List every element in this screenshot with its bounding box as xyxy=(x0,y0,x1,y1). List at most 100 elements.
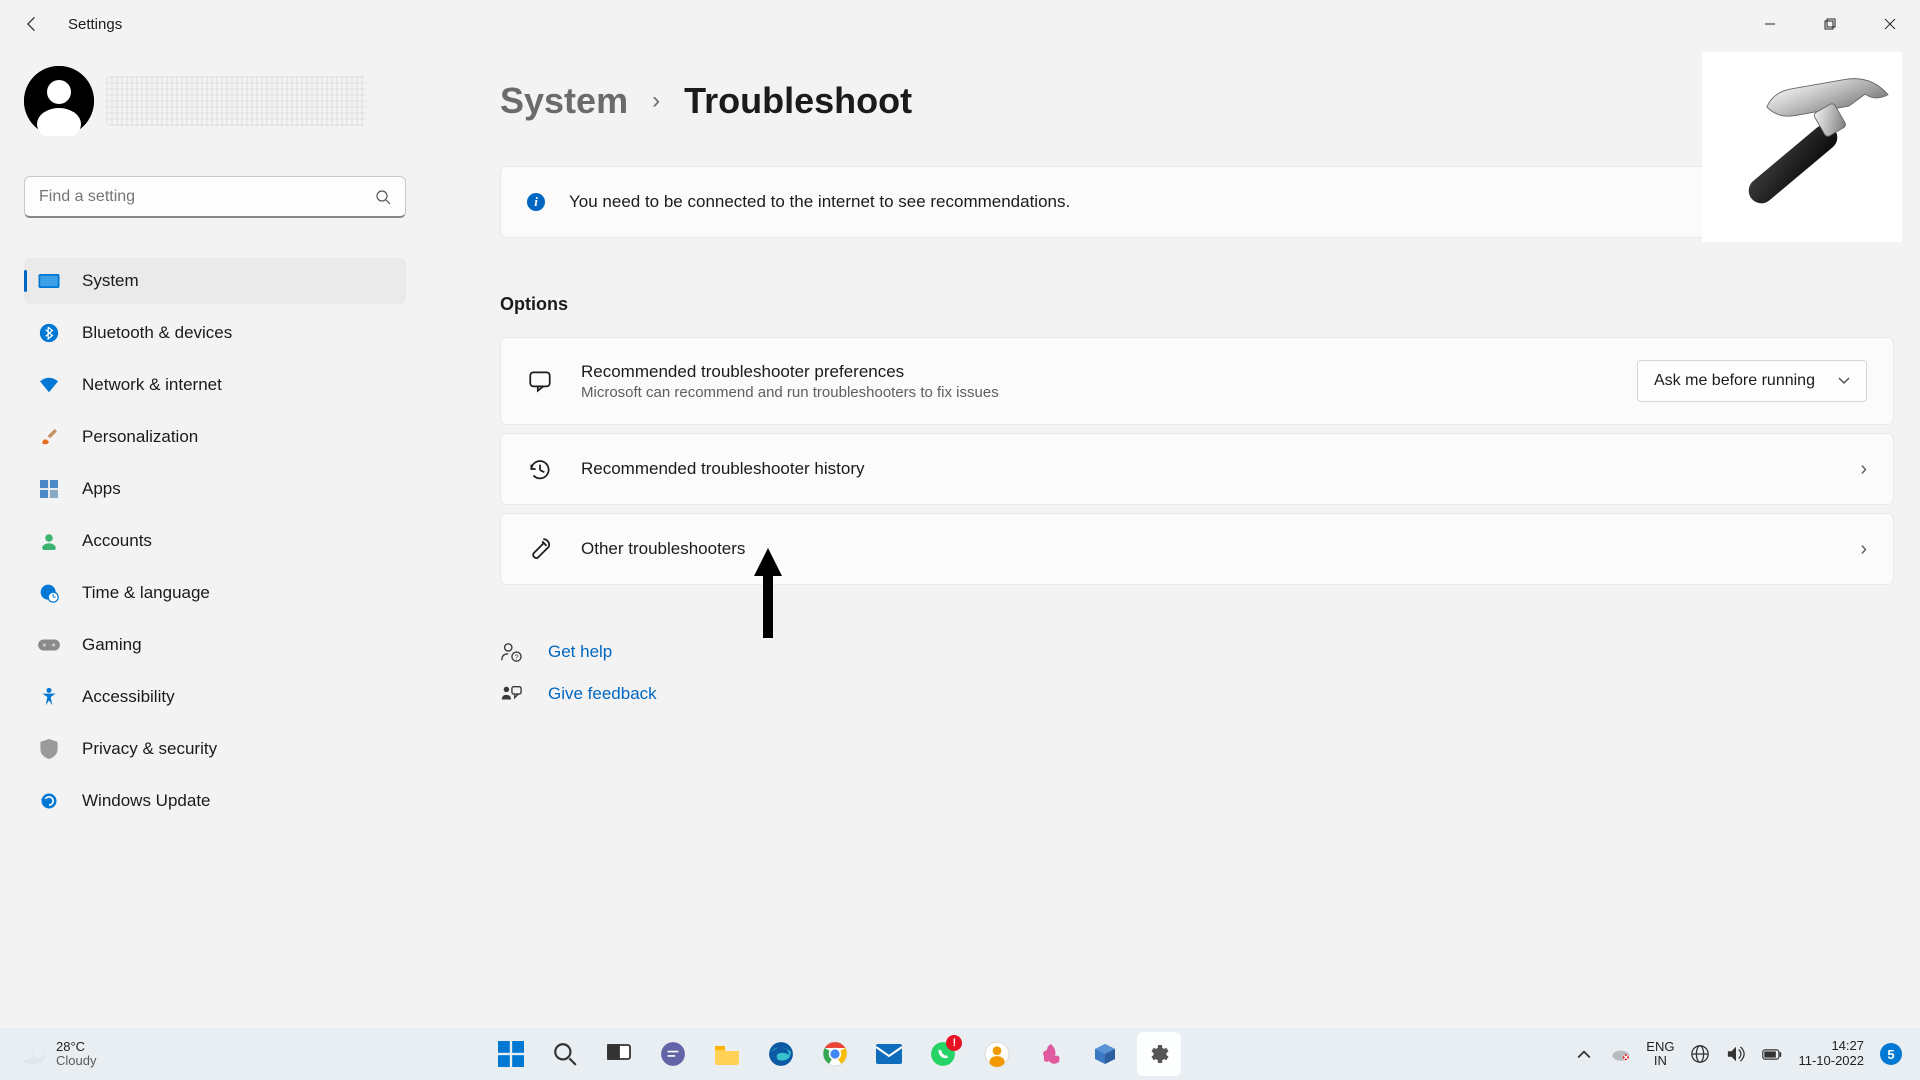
clock-time: 14:27 xyxy=(1798,1039,1864,1054)
taskbar-search[interactable] xyxy=(543,1032,587,1076)
chevron-right-icon: › xyxy=(652,87,660,115)
nav-label: Gaming xyxy=(82,635,142,655)
preferences-dropdown[interactable]: Ask me before running xyxy=(1637,360,1867,402)
profile-name-redacted xyxy=(106,76,366,126)
card-title: Recommended troubleshooter preferences xyxy=(581,362,1609,382)
avatar xyxy=(24,66,94,136)
taskbar-notifications[interactable]: 5 xyxy=(1880,1043,1902,1065)
nav-time[interactable]: Time & language xyxy=(24,570,406,616)
weather-icon xyxy=(18,1040,46,1068)
person-icon xyxy=(38,530,60,552)
start-button[interactable] xyxy=(489,1032,533,1076)
nav-personalization[interactable]: Personalization xyxy=(24,414,406,460)
gamepad-icon xyxy=(38,634,60,656)
feedback-icon xyxy=(500,683,522,705)
wrench-icon xyxy=(527,536,553,562)
taskbar-right: ENG IN 14:27 11-10-2022 5 xyxy=(1574,1039,1902,1069)
nav-label: Bluetooth & devices xyxy=(82,323,232,343)
lang-top: ENG xyxy=(1646,1040,1674,1054)
nav-bluetooth[interactable]: Bluetooth & devices xyxy=(24,310,406,356)
taskbar: 28°C Cloudy ! xyxy=(0,1028,1920,1080)
taskbar-mail[interactable] xyxy=(867,1032,911,1076)
nav-accounts[interactable]: Accounts xyxy=(24,518,406,564)
nav: System Bluetooth & devices Network & int… xyxy=(24,258,406,824)
dropdown-value: Ask me before running xyxy=(1654,372,1815,390)
taskbar-file-explorer[interactable] xyxy=(705,1032,749,1076)
breadcrumb-parent[interactable]: System xyxy=(500,80,628,122)
main-content: System › Troubleshoot i You need to be c… xyxy=(430,48,1920,1028)
taskbar-edge[interactable] xyxy=(759,1032,803,1076)
chevron-right-icon: › xyxy=(1860,458,1867,481)
options-cards: Recommended troubleshooter preferences M… xyxy=(500,337,1894,585)
profile-section[interactable] xyxy=(24,56,406,146)
tray-network-icon[interactable] xyxy=(1690,1044,1710,1064)
card-recommended-preferences[interactable]: Recommended troubleshooter preferences M… xyxy=(500,337,1894,425)
card-subtitle: Microsoft can recommend and run troubles… xyxy=(581,384,1609,401)
close-button[interactable] xyxy=(1860,0,1920,48)
nav-label: Privacy & security xyxy=(82,739,217,759)
card-other-troubleshooters[interactable]: Other troubleshooters › xyxy=(500,513,1894,585)
get-help-link[interactable]: ? Get help xyxy=(500,641,1894,663)
taskbar-clock[interactable]: 14:27 11-10-2022 xyxy=(1798,1039,1864,1069)
nav-label: Personalization xyxy=(82,427,198,447)
notification-badge: ! xyxy=(946,1035,962,1051)
chevron-down-icon xyxy=(1838,372,1850,390)
svg-text:?: ? xyxy=(514,652,518,661)
apps-icon xyxy=(38,478,60,500)
give-feedback-link[interactable]: Give feedback xyxy=(500,683,1894,705)
nav-apps[interactable]: Apps xyxy=(24,466,406,512)
nav-label: Windows Update xyxy=(82,791,211,811)
nav-label: System xyxy=(82,271,139,291)
card-text: Recommended troubleshooter history xyxy=(581,459,1832,479)
nav-accessibility[interactable]: Accessibility xyxy=(24,674,406,720)
globe-clock-icon xyxy=(38,582,60,604)
taskbar-chat[interactable] xyxy=(651,1032,695,1076)
nav-update[interactable]: Windows Update xyxy=(24,778,406,824)
nav-network[interactable]: Network & internet xyxy=(24,362,406,408)
minimize-button[interactable] xyxy=(1740,0,1800,48)
nav-privacy[interactable]: Privacy & security xyxy=(24,726,406,772)
nav-system[interactable]: System xyxy=(24,258,406,304)
nav-label: Accounts xyxy=(82,531,152,551)
history-icon xyxy=(527,456,553,482)
taskbar-language[interactable]: ENG IN xyxy=(1646,1040,1674,1069)
paintbrush-icon xyxy=(38,426,60,448)
taskbar-whatsapp[interactable]: ! xyxy=(921,1032,965,1076)
tray-chevron-up-icon[interactable] xyxy=(1574,1044,1594,1064)
taskbar-weather[interactable]: 28°C Cloudy xyxy=(18,1040,96,1069)
update-icon xyxy=(38,790,60,812)
tray-volume-icon[interactable] xyxy=(1726,1044,1746,1064)
taskbar-chrome-profile[interactable] xyxy=(975,1032,1019,1076)
task-view[interactable] xyxy=(597,1032,641,1076)
info-banner-text: You need to be connected to the internet… xyxy=(569,192,1070,212)
info-icon: i xyxy=(527,193,545,211)
nav-label: Accessibility xyxy=(82,687,175,707)
lang-bottom: IN xyxy=(1646,1054,1674,1068)
maximize-button[interactable] xyxy=(1800,0,1860,48)
info-banner: i You need to be connected to the intern… xyxy=(500,166,1894,238)
chevron-right-icon: › xyxy=(1860,538,1867,561)
weather-temp: 28°C xyxy=(56,1040,96,1054)
weather-condition: Cloudy xyxy=(56,1054,96,1068)
search-box[interactable] xyxy=(24,176,406,218)
taskbar-app-flame[interactable] xyxy=(1029,1032,1073,1076)
feedback-link-label: Give feedback xyxy=(548,684,657,704)
nav-gaming[interactable]: Gaming xyxy=(24,622,406,668)
help-link-label: Get help xyxy=(548,642,612,662)
help-links: ? Get help Give feedback xyxy=(500,641,1894,705)
titlebar: Settings xyxy=(0,0,1920,48)
back-button[interactable] xyxy=(20,12,44,36)
nav-label: Apps xyxy=(82,479,121,499)
taskbar-chrome[interactable] xyxy=(813,1032,857,1076)
wifi-icon xyxy=(38,374,60,396)
card-recommended-history[interactable]: Recommended troubleshooter history › xyxy=(500,433,1894,505)
tray-onedrive-icon[interactable] xyxy=(1610,1044,1630,1064)
card-text: Recommended troubleshooter preferences M… xyxy=(581,362,1609,401)
search-input[interactable] xyxy=(39,188,375,206)
taskbar-app-cube[interactable] xyxy=(1083,1032,1127,1076)
tray-battery-icon[interactable] xyxy=(1762,1044,1782,1064)
taskbar-settings[interactable] xyxy=(1137,1032,1181,1076)
window-title: Settings xyxy=(68,16,122,33)
nav-label: Time & language xyxy=(82,583,210,603)
breadcrumb-current: Troubleshoot xyxy=(684,80,912,122)
